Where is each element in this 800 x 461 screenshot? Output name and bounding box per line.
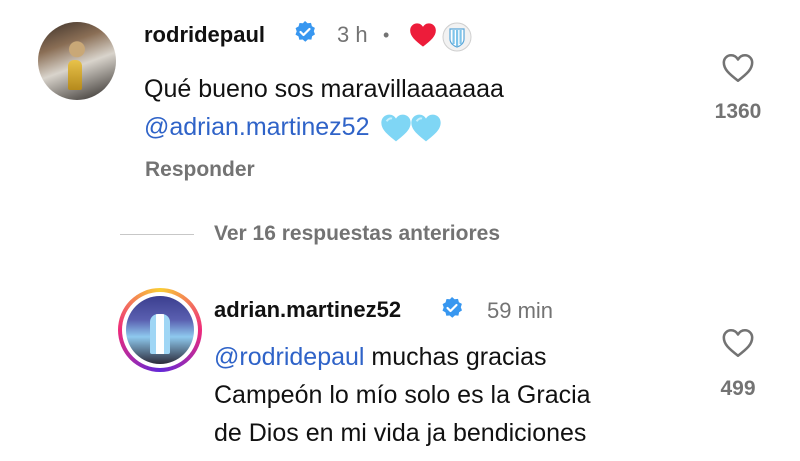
comment-username[interactable]: rodridepaul: [144, 22, 265, 48]
light-blue-heart-icon: [381, 115, 412, 142]
verified-badge-icon: [442, 297, 462, 318]
time-separator: •: [383, 25, 390, 45]
comment-text: Qué bueno sos maravillaaaaaaa @adrian.ma…: [144, 70, 504, 146]
liked-by-creator-heart-icon: [410, 23, 436, 47]
avatar-figure: [150, 314, 170, 354]
reply-text-line: de Dios en mi vida ja bendiciones: [214, 419, 587, 447]
avatar-adrian-martinez52[interactable]: [118, 288, 202, 372]
reply-button[interactable]: Responder: [145, 158, 255, 182]
mention-link[interactable]: @rodridepaul: [214, 343, 364, 371]
avatar-rodridepaul[interactable]: [38, 22, 116, 100]
light-blue-heart-icon: [411, 115, 442, 142]
like-count: 1360: [714, 100, 762, 123]
club-crest-icon: [442, 22, 472, 52]
verified-badge-icon: [295, 21, 315, 42]
trophy-figure: [68, 60, 82, 90]
replies-divider: [120, 234, 194, 235]
like-heart-icon[interactable]: [721, 327, 755, 359]
reply-text: @rodridepaul muchas gracias Campeón lo m…: [214, 338, 591, 452]
avatar-photo: [126, 296, 194, 364]
comment-time: 3 h: [337, 22, 368, 47]
comment-text-line: Qué bueno sos maravillaaaaaaa: [144, 75, 504, 103]
reply-username[interactable]: adrian.martinez52: [214, 297, 401, 323]
reply-text-line: Campeón lo mío solo es la Gracia: [214, 381, 591, 409]
like-heart-icon[interactable]: [721, 52, 755, 84]
reply-text-segment: muchas gracias: [364, 343, 547, 371]
reply-text-line: @rodridepaul muchas gracias: [214, 338, 591, 376]
mention-link[interactable]: @adrian.martinez52: [144, 113, 370, 141]
reply-time: 59 min: [487, 298, 554, 323]
like-count: 499: [720, 377, 756, 400]
comment-mention-line: @adrian.martinez52: [144, 108, 504, 146]
view-previous-replies-button[interactable]: Ver 16 respuestas anteriores: [214, 222, 500, 246]
